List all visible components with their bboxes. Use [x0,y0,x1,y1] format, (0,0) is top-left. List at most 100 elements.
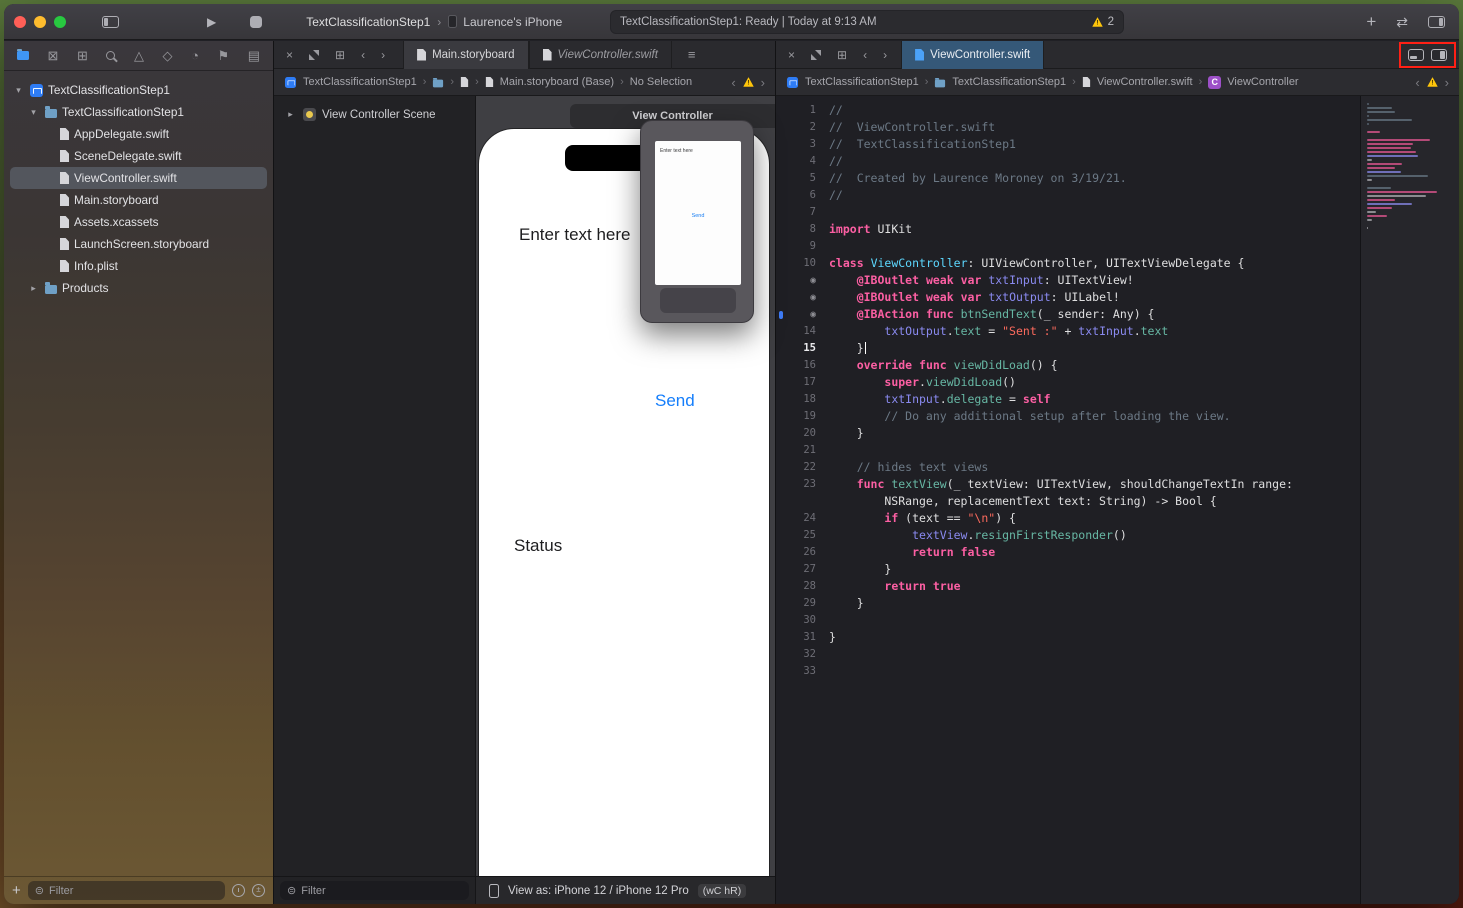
crumb-file[interactable]: ViewController.swift [1097,76,1193,88]
disclosure-icon[interactable]: ▾ [27,107,40,118]
source-code[interactable]: 1//2// ViewController.swift3// TextClass… [776,96,1360,904]
code-line[interactable]: 9 [776,238,1360,255]
forward-icon[interactable]: › [883,49,887,61]
file-icon[interactable] [461,77,469,87]
toggle-inspector-icon[interactable] [1428,16,1445,28]
editor-overview-icon[interactable]: ⊞ [335,49,345,61]
code-line[interactable]: 30 [776,612,1360,629]
scm-status-filter-icon[interactable] [252,884,265,897]
file-row-main-storyboard[interactable]: Main.storyboard [10,189,267,211]
code-line[interactable]: 29 } [776,595,1360,612]
code-line[interactable]: 25 textView.resignFirstResponder() [776,527,1360,544]
add-editor-icon[interactable] [1431,49,1447,61]
code-line[interactable]: NSRange, replacementText text: String) -… [776,493,1360,510]
focus-editor-icon[interactable] [309,50,319,60]
breakpoint-navigator-icon[interactable]: ⚑ [218,49,230,62]
debug-navigator-icon[interactable]: ◔ [191,49,199,62]
stop-button[interactable] [250,16,262,28]
code-line[interactable]: 10class ViewController: UIViewController… [776,255,1360,272]
code-line[interactable]: 5// Created by Laurence Moroney on 3/19/… [776,170,1360,187]
code-line[interactable]: 26 return false [776,544,1360,561]
minimize-window-button[interactable] [34,16,46,28]
prev-issue-icon[interactable]: ‹ [731,75,735,90]
version-editor-icon[interactable]: ⇄ [1396,15,1408,29]
connection-well-icon[interactable]: ◉ [776,272,816,289]
send-button-element[interactable]: Send [655,391,695,411]
activity-status-bar[interactable]: TextClassificationStep1: Ready | Today a… [610,10,1124,34]
toggle-navigator-icon[interactable] [102,16,119,28]
code-line[interactable]: 1// [776,102,1360,119]
symbol-navigator-icon[interactable]: ⊞ [77,49,88,62]
warning-count[interactable]: 2 [1108,16,1114,28]
code-line[interactable]: 2// ViewController.swift [776,119,1360,136]
close-window-button[interactable] [14,16,26,28]
find-navigator-icon[interactable] [106,49,115,62]
code-line[interactable]: 3// TextClassificationStep1 [776,136,1360,153]
code-line[interactable]: 32 [776,646,1360,663]
code-line[interactable]: 33 [776,663,1360,680]
code-line[interactable]: 21 [776,442,1360,459]
run-button[interactable]: ▶ [207,16,216,28]
code-line[interactable]: 18 txtInput.delegate = self [776,391,1360,408]
size-class-badge[interactable]: (wC hR) [698,884,747,898]
file-row-assets-xcassets[interactable]: Assets.xcassets [10,211,267,233]
code-line[interactable]: 31} [776,629,1360,646]
crumb-selection[interactable]: No Selection [630,76,692,88]
run-destination[interactable]: Laurence's iPhone [448,15,562,29]
add-item-icon[interactable]: + [12,883,21,898]
file-row-viewcontroller-swift[interactable]: ViewController.swift [10,167,267,189]
back-icon[interactable]: ‹ [361,49,365,61]
file-row-textclassificationstep1[interactable]: ▾TextClassificationStep1 [10,79,267,101]
issue-navigator-icon[interactable]: △ [134,49,144,62]
close-editor-icon[interactable]: × [286,49,293,61]
warning-icon[interactable] [1427,77,1438,87]
crumb-symbol[interactable]: ViewController [1227,76,1298,88]
device-preview-window[interactable]: Enter text here Send [640,120,754,323]
file-row-appdelegate-swift[interactable]: AppDelegate.swift [10,123,267,145]
back-icon[interactable]: ‹ [863,49,867,61]
recent-files-icon[interactable] [232,884,245,897]
code-line[interactable]: 14 txtOutput.text = "Sent :" + txtInput.… [776,323,1360,340]
project-navigator-icon[interactable] [17,49,29,62]
crumb-project[interactable]: TextClassificationStep1 [303,76,417,88]
prev-issue-icon[interactable]: ‹ [1415,75,1419,90]
code-line[interactable]: 7 [776,204,1360,221]
tab-viewcontroller-swift[interactable]: ViewController.swift [901,41,1044,69]
file-row-textclassificationstep1[interactable]: ▾TextClassificationStep1 [10,101,267,123]
assistant-editor-icon[interactable]: ≡ [688,48,696,61]
code-line[interactable]: ◉ @IBOutlet weak var txtInput: UITextVie… [776,272,1360,289]
library-plus-icon[interactable]: + [1366,13,1376,30]
file-row-scenedelegate-swift[interactable]: SceneDelegate.swift [10,145,267,167]
tab-main-storyboard[interactable]: Main.storyboard [403,41,528,69]
report-navigator-icon[interactable]: ▤ [248,49,260,62]
editor-overview-icon[interactable]: ⊞ [837,49,847,61]
source-control-navigator-icon[interactable]: ⊠ [48,49,59,62]
code-line[interactable]: 23 func textView(_ textView: UITextView,… [776,476,1360,493]
code-line[interactable]: 4// [776,153,1360,170]
code-line[interactable]: 28 return true [776,578,1360,595]
folder-icon[interactable] [433,79,443,87]
forward-icon[interactable]: › [381,49,385,61]
file-row-launchscreen-storyboard[interactable]: LaunchScreen.storyboard [10,233,267,255]
code-line[interactable]: 27 } [776,561,1360,578]
code-line[interactable]: 15 } [776,340,1360,357]
warning-icon[interactable] [743,77,754,87]
code-line[interactable]: 24 if (text == "\n") { [776,510,1360,527]
zoom-window-button[interactable] [54,16,66,28]
scheme-selector[interactable]: TextClassificationStep1 [306,15,430,29]
view-as-label[interactable]: View as: iPhone 12 / iPhone 12 Pro [508,885,689,897]
disclosure-icon[interactable]: ▾ [12,85,25,96]
crumb-project[interactable]: TextClassificationStep1 [805,76,919,88]
code-line[interactable]: 8import UIKit [776,221,1360,238]
code-line[interactable]: ◉ @IBAction func btnSendText(_ sender: A… [776,306,1360,323]
next-issue-icon[interactable]: › [761,75,765,90]
file-row-products[interactable]: ▸Products [10,277,267,299]
text-view-element[interactable]: Enter text here [519,225,631,245]
connection-well-icon[interactable]: ◉ [776,289,816,306]
disclosure-icon[interactable]: ▸ [284,109,297,120]
status-label-element[interactable]: Status [514,536,562,556]
disclosure-icon[interactable]: ▸ [27,283,40,294]
code-line[interactable]: 19 // Do any additional setup after load… [776,408,1360,425]
code-line[interactable]: 16 override func viewDidLoad() { [776,357,1360,374]
navigator-filter-field[interactable]: ⊜ Filter [28,881,225,900]
